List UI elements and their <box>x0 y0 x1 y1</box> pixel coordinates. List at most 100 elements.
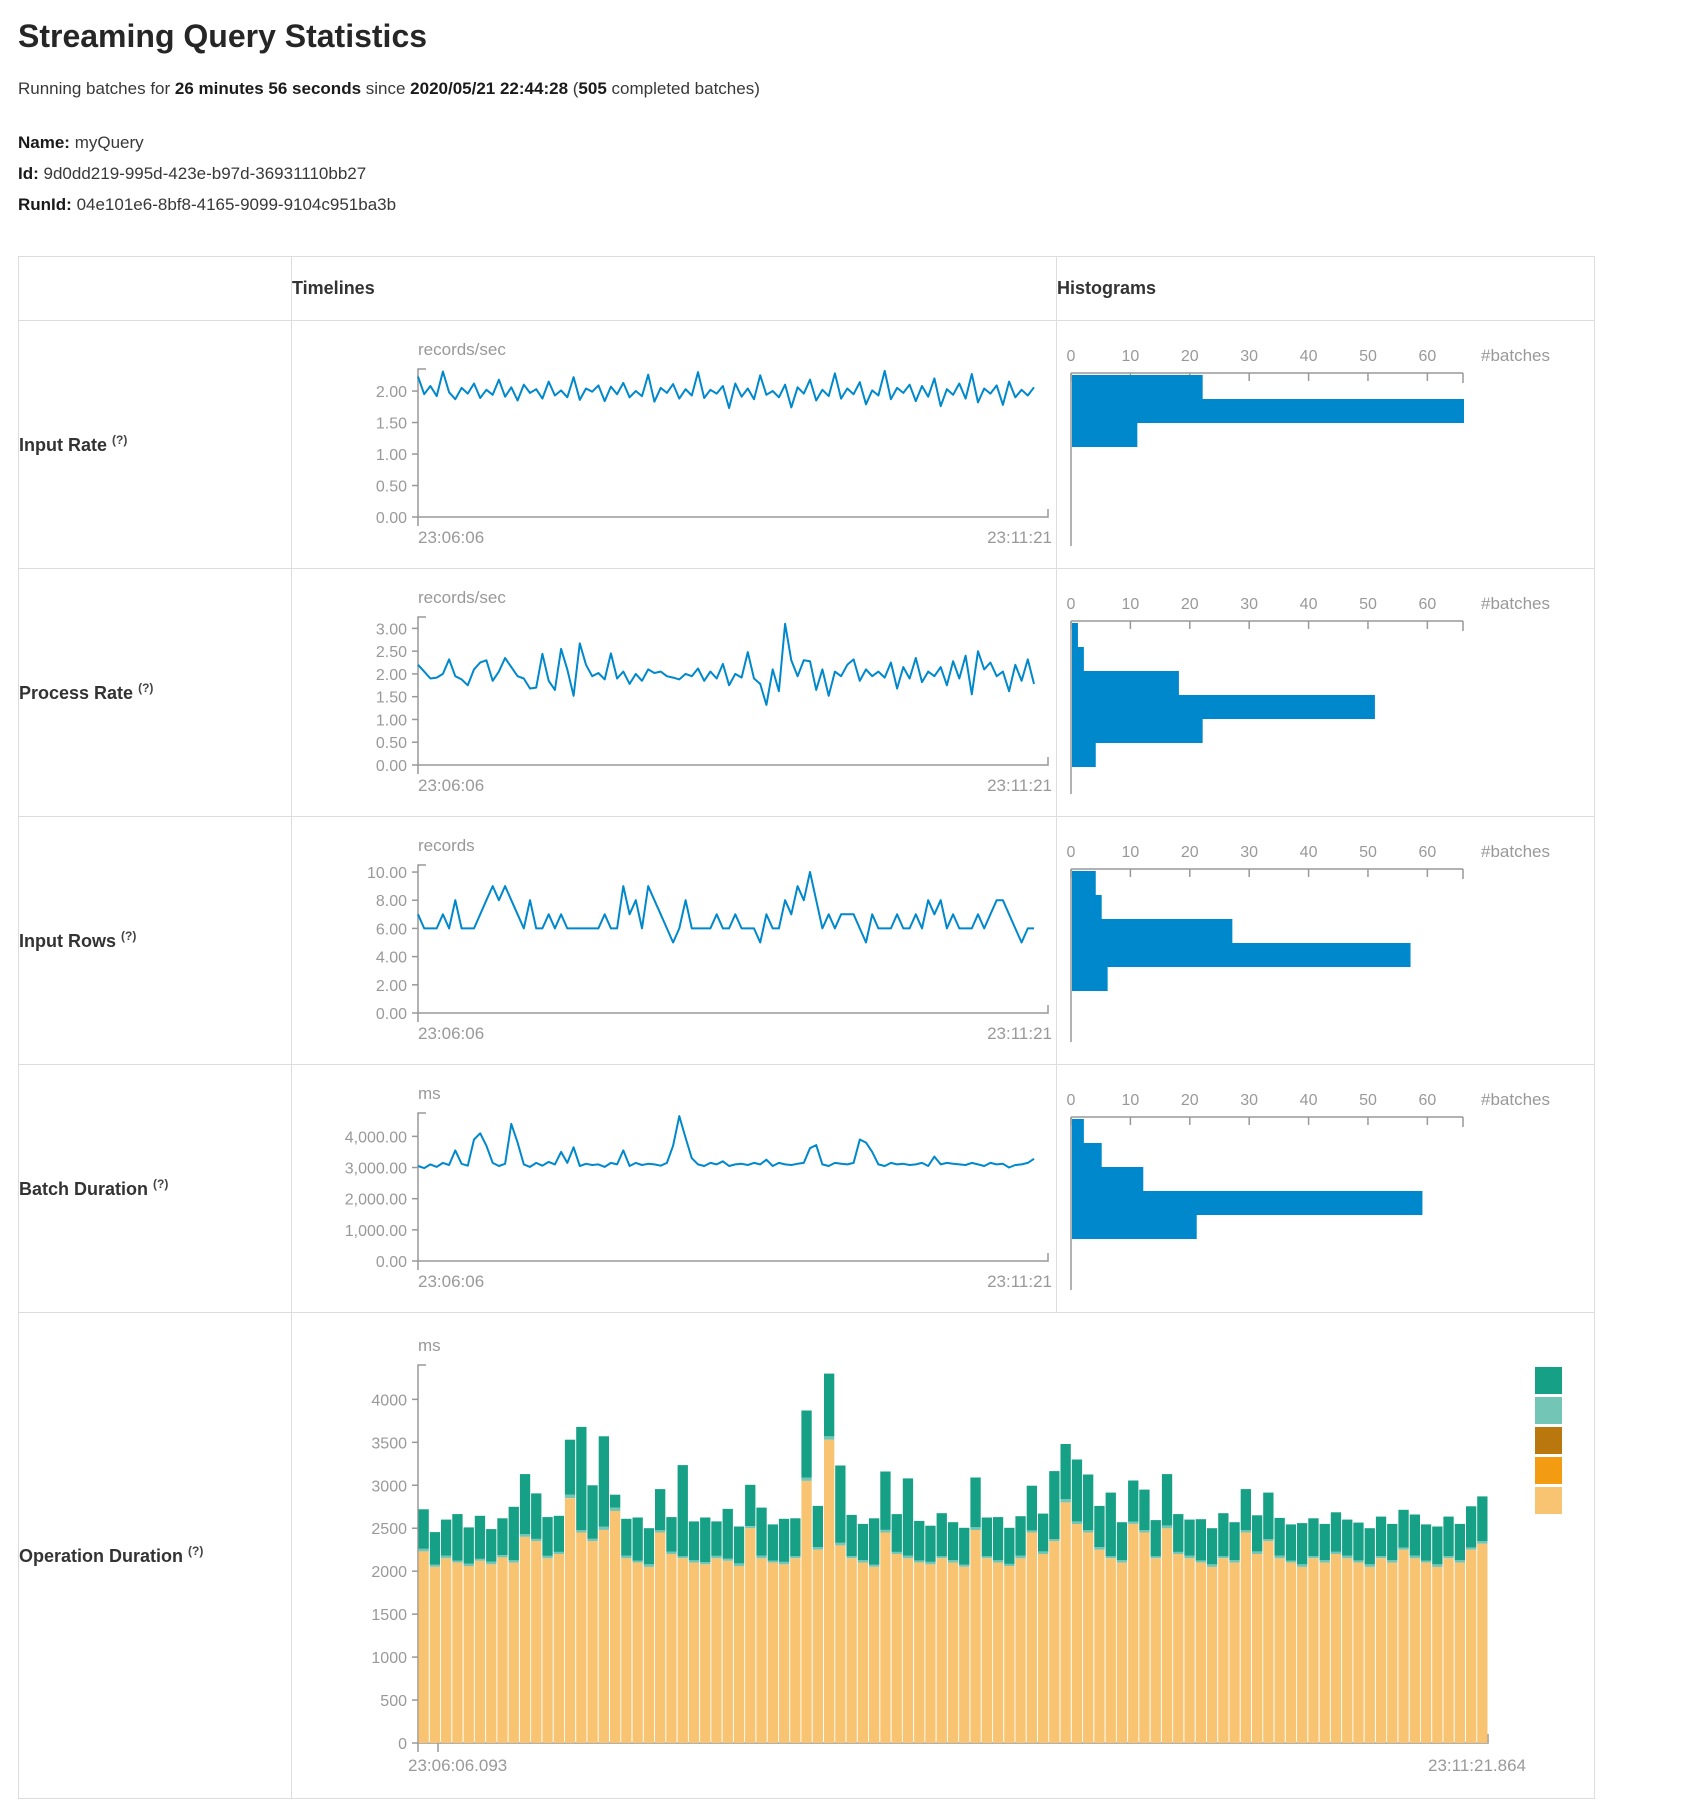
stacked-bar-segment <box>689 1563 699 1743</box>
stacked-bar-segment <box>1241 1489 1251 1530</box>
input-rate-histogram-chart: 0102030405060#batches <box>1057 321 1594 568</box>
batch-duration-histogram-chart: 0102030405060#batches <box>1057 1065 1594 1312</box>
query-id-value: 9d0dd219-995d-423e-b97d-36931110bb27 <box>44 164 367 183</box>
stacked-bar-segment <box>554 1554 564 1743</box>
stacked-bar-segment <box>745 1528 755 1743</box>
stacked-bar-segment <box>610 1508 620 1511</box>
process-rate-histogram-cell: 0102030405060#batches <box>1057 569 1595 817</box>
svg-text:1.00: 1.00 <box>376 712 407 729</box>
legend-swatch <box>1535 1397 1562 1424</box>
stacked-bar-segment <box>1320 1560 1330 1563</box>
svg-text:4000: 4000 <box>371 1392 407 1409</box>
stacked-bar-segment <box>621 1519 631 1556</box>
help-icon[interactable]: (?) <box>153 1177 168 1191</box>
table-header-row: Timelines Histograms <box>19 257 1595 321</box>
stacked-bar-segment <box>1320 1524 1330 1560</box>
stacked-bar-segment <box>1331 1552 1341 1554</box>
stacked-bar-segment <box>824 1436 834 1439</box>
stacked-bar-segment <box>1184 1520 1194 1556</box>
help-icon[interactable]: (?) <box>112 433 127 447</box>
stacked-bar-segment <box>756 1558 766 1743</box>
stacked-bar-segment <box>1128 1524 1138 1743</box>
stacked-bar-segment <box>914 1563 924 1743</box>
stacked-bar-segment <box>1252 1554 1262 1743</box>
stacked-bar-segment <box>925 1564 935 1743</box>
svg-text:10: 10 <box>1121 596 1139 613</box>
status-completed-count: 505 <box>578 79 606 98</box>
legend-swatch <box>1535 1487 1562 1514</box>
svg-text:2.00: 2.00 <box>376 667 407 684</box>
stacked-bar-segment <box>937 1513 947 1556</box>
stacked-bar-segment <box>993 1560 1003 1563</box>
svg-text:0.00: 0.00 <box>376 510 407 527</box>
stacked-bar-segment <box>779 1562 789 1565</box>
batch-duration-timeline-chart: ms0.001,000.002,000.003,000.004,000.0023… <box>292 1065 1056 1312</box>
histogram-bar <box>1072 1119 1084 1143</box>
stacked-bar-segment <box>858 1524 868 1560</box>
stacked-bar-segment <box>1421 1563 1431 1743</box>
stacked-bar-segment <box>1072 1460 1082 1522</box>
stacked-bar-segment <box>430 1532 440 1565</box>
stacked-bar-segment <box>948 1522 958 1560</box>
stacked-bar-segment <box>1173 1552 1183 1554</box>
stacked-bar-segment <box>790 1518 800 1556</box>
stacked-bar-segment <box>509 1560 519 1563</box>
stacked-bar-segment <box>1162 1526 1172 1529</box>
histogram-bar <box>1072 895 1102 919</box>
stacked-bar-segment <box>880 1533 890 1744</box>
histogram-bar <box>1072 671 1179 695</box>
query-meta: Name: myQuery Id: 9d0dd219-995d-423e-b97… <box>18 127 1693 220</box>
stacked-bar-segment <box>1117 1560 1127 1563</box>
stacked-bar-segment <box>1061 1499 1071 1502</box>
help-icon[interactable]: (?) <box>121 929 136 943</box>
stacked-bar-segment <box>666 1551 676 1554</box>
timeline-line <box>418 371 1034 408</box>
stacked-bar-segment <box>565 1495 575 1498</box>
stacked-bar-segment <box>1432 1527 1442 1565</box>
stacked-bar-segment <box>1207 1564 1217 1567</box>
stacked-bar-segment <box>1387 1560 1397 1563</box>
stacked-bar-segment <box>486 1529 496 1562</box>
stacked-bar-segment <box>1275 1556 1285 1559</box>
stacked-bar-segment <box>1398 1550 1408 1743</box>
stacked-bar-segment <box>621 1558 631 1743</box>
stacked-bar-segment <box>1443 1558 1453 1743</box>
stacked-bar-segment <box>1410 1556 1420 1559</box>
stacked-bar-segment <box>430 1565 440 1567</box>
histogram-bar <box>1072 375 1203 399</box>
histogram-bar <box>1072 1167 1143 1191</box>
histogram-bar <box>1072 1191 1422 1215</box>
stacked-bar-segment <box>1015 1516 1025 1556</box>
stacked-bar-segment <box>1466 1506 1476 1547</box>
stacked-bar-segment <box>464 1527 474 1563</box>
svg-text:10: 10 <box>1121 1092 1139 1109</box>
stacked-bar-segment <box>531 1541 541 1743</box>
row-label: Input Rows <box>19 931 116 951</box>
stacked-bar-segment <box>711 1556 721 1559</box>
help-icon[interactable]: (?) <box>138 681 153 695</box>
timelines-header: Timelines <box>292 257 1057 321</box>
svg-text:2500: 2500 <box>371 1521 407 1538</box>
stacked-bar-segment <box>869 1567 879 1743</box>
help-icon[interactable]: (?) <box>188 1544 203 1558</box>
stacked-bar-segment <box>497 1557 507 1743</box>
stacked-bar-segment <box>1229 1560 1239 1563</box>
stacked-bar-segment <box>1015 1558 1025 1743</box>
histogram-bar <box>1072 719 1203 743</box>
histogram-bar <box>1072 399 1464 423</box>
stacked-bar-segment <box>610 1495 620 1508</box>
stacked-bar-segment <box>1342 1556 1352 1559</box>
svg-text:50: 50 <box>1359 596 1377 613</box>
stacked-bar-segment <box>1410 1515 1420 1556</box>
x-end-label: 23:11:21 <box>987 776 1052 795</box>
stacked-bar-segment <box>1094 1547 1104 1550</box>
svg-text:60: 60 <box>1418 844 1436 861</box>
stacked-bar-segment <box>779 1519 789 1562</box>
histogram-bar <box>1072 967 1108 991</box>
stacked-bar-segment <box>655 1530 665 1532</box>
stacked-bar-segment <box>1241 1533 1251 1744</box>
stacked-bar-segment <box>1004 1564 1014 1566</box>
query-id-label: Id: <box>18 164 39 183</box>
process-rate-row: Process Rate (?) records/sec0.000.501.00… <box>19 569 1595 817</box>
axis <box>418 617 1048 765</box>
